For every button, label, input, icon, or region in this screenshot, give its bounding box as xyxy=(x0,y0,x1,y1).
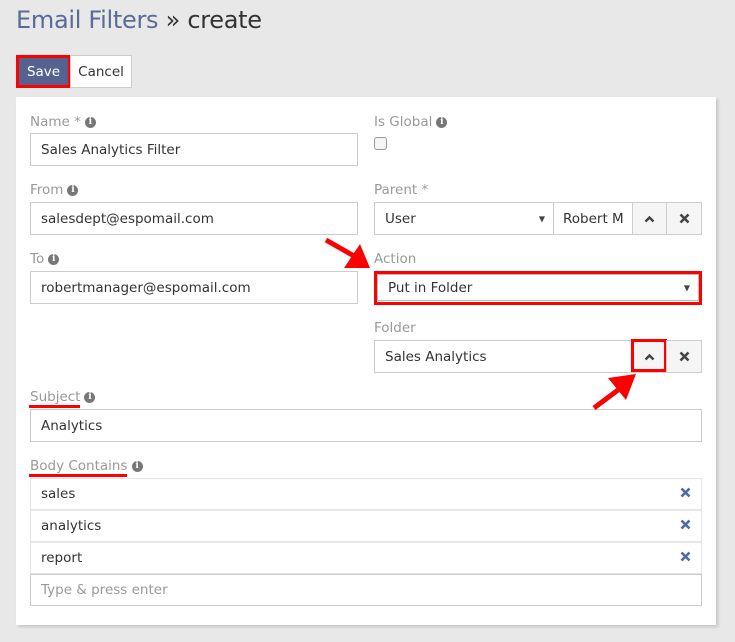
name-label-text: Name * xyxy=(30,114,81,130)
from-label-text: From xyxy=(30,182,64,198)
folder-clear-button[interactable] xyxy=(666,340,702,373)
body-contains-label: Body Contains i xyxy=(30,458,143,474)
close-icon xyxy=(679,213,689,224)
parent-record-input[interactable]: Robert M xyxy=(553,202,633,235)
close-icon xyxy=(679,351,689,362)
folder-select-button[interactable] xyxy=(632,340,667,373)
remove-icon[interactable] xyxy=(680,550,691,566)
list-item: report xyxy=(30,542,702,574)
folder-label-text: Folder xyxy=(374,320,416,336)
parent-type-value: User xyxy=(385,210,416,227)
name-input[interactable]: Sales Analytics Filter xyxy=(30,133,358,166)
chevron-up-icon xyxy=(644,353,655,360)
info-icon[interactable]: i xyxy=(67,184,79,196)
cancel-button[interactable]: Cancel xyxy=(70,55,132,88)
breadcrumb-email-filters[interactable]: Email Filters xyxy=(16,6,159,34)
info-icon[interactable]: i xyxy=(436,116,448,128)
subject-label: Subject i xyxy=(30,389,96,405)
info-icon[interactable]: i xyxy=(84,391,96,403)
parent-clear-button[interactable] xyxy=(666,202,702,235)
caret-down-icon: ▼ xyxy=(538,214,545,223)
to-input[interactable]: robertmanager@espomail.com xyxy=(30,271,358,304)
info-icon[interactable]: i xyxy=(48,253,60,265)
action-select[interactable]: Put in Folder ▼ xyxy=(377,274,699,301)
parent-label-text: Parent * xyxy=(374,182,429,198)
folder-input[interactable]: Sales Analytics xyxy=(374,340,633,373)
to-label: To i xyxy=(30,251,60,267)
chevron-up-icon xyxy=(644,215,655,222)
list-item-text: sales xyxy=(41,486,76,502)
list-item: sales xyxy=(30,478,702,510)
form-panel: Name * i Sales Analytics Filter Is Globa… xyxy=(16,97,716,625)
page-title: Email Filters » create xyxy=(16,6,262,34)
subject-label-text: Subject xyxy=(30,389,81,405)
parent-type-select[interactable]: User ▼ xyxy=(374,202,554,235)
list-item: analytics xyxy=(30,510,702,542)
info-icon[interactable]: i xyxy=(84,116,96,128)
save-button[interactable]: Save xyxy=(16,55,71,88)
highlight-underline-subject xyxy=(29,405,80,408)
name-label: Name * i xyxy=(30,114,96,130)
from-input[interactable]: salesdept@espomail.com xyxy=(30,202,358,235)
is-global-checkbox[interactable] xyxy=(374,137,387,150)
action-value: Put in Folder xyxy=(388,279,473,296)
caret-down-icon: ▼ xyxy=(683,283,690,292)
to-label-text: To xyxy=(30,251,45,267)
remove-icon[interactable] xyxy=(680,518,691,534)
from-label: From i xyxy=(30,182,79,198)
action-label-text: Action xyxy=(374,251,417,267)
parent-select-button[interactable] xyxy=(632,202,667,235)
is-global-label-text: Is Global xyxy=(374,114,433,130)
highlight-underline-body-contains xyxy=(29,474,127,477)
info-icon[interactable]: i xyxy=(131,460,143,472)
breadcrumb-separator: » xyxy=(165,6,181,34)
toolbar: Save Cancel xyxy=(16,55,132,88)
body-contains-input[interactable]: Type & press enter xyxy=(30,574,702,606)
list-item-text: analytics xyxy=(41,518,102,534)
action-label: Action xyxy=(374,251,416,267)
parent-label: Parent * xyxy=(374,182,428,198)
list-item-text: report xyxy=(41,550,83,566)
subject-input[interactable]: Analytics xyxy=(30,409,702,442)
remove-icon[interactable] xyxy=(680,486,691,502)
is-global-label: Is Global i xyxy=(374,114,448,130)
body-contains-label-text: Body Contains xyxy=(30,458,128,474)
folder-label: Folder xyxy=(374,320,416,336)
breadcrumb-current: create xyxy=(187,6,262,34)
